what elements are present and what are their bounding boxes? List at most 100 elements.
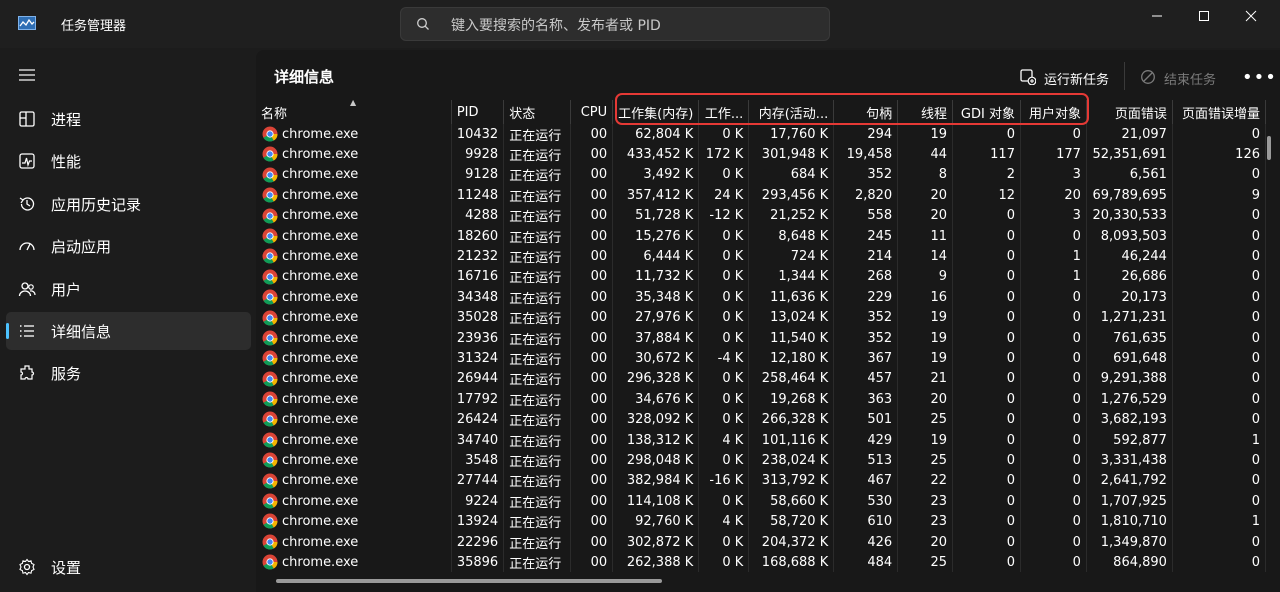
cell-cpu: 00 (570, 246, 614, 267)
table-row[interactable]: chrome.exe 21232 正在运行 00 6,444 K0 K 724 K 214 1… (256, 246, 1266, 267)
table-row[interactable]: chrome.exe 9928 正在运行 00 433,452 K 172 K 301,94… (256, 144, 1266, 165)
cell-handles: 429 (833, 429, 899, 451)
cell-gdi-objects: 2 (952, 164, 1021, 186)
table-row[interactable]: chrome.exe 27744 正在运行 00 382,984 K -16 K 313,7… (256, 470, 1266, 492)
table-row[interactable]: chrome.exe 16716 正在运行 00 11,732 K0 K 1,344 K2… (256, 266, 1266, 288)
vertical-scrollbar[interactable] (1267, 136, 1271, 160)
cell-status: 正在运行 (503, 470, 572, 492)
cell-threads: 21 (897, 368, 954, 390)
column-header-pid[interactable]: PID (451, 100, 505, 124)
minimize-icon (1152, 15, 1162, 17)
cell-threads: 23 (897, 511, 954, 532)
cell-memory-active: 19,268 K (748, 389, 835, 410)
sidebar-item-users[interactable]: 用户 (6, 270, 251, 308)
cell-status: 正在运行 (503, 225, 572, 247)
cell-working-set: 382,984 K (612, 470, 700, 492)
column-header-name[interactable]: 名称 ▲ (256, 100, 452, 124)
cell-status: 正在运行 (503, 552, 572, 572)
column-header-page-faults-delta[interactable]: 页面错误增量 (1172, 100, 1266, 124)
column-header-cpu[interactable]: CPU (570, 100, 614, 124)
cell-page-faults-delta: 0 (1172, 246, 1266, 267)
table-row[interactable]: chrome.exe 34740 正在运行 00 138,312 K4 K 101,116… (256, 429, 1266, 451)
minimize-button[interactable] (1134, 0, 1180, 32)
cell-handles: 245 (833, 225, 899, 247)
column-header-user-objects[interactable]: 用户对象 (1020, 100, 1087, 124)
cell-status: 正在运行 (503, 531, 572, 553)
command-separator (1124, 62, 1125, 90)
cell-pid: 31324 (451, 348, 505, 369)
sidebar-item-startup-apps[interactable]: 启动应用 (6, 227, 251, 265)
sidebar-item-performance[interactable]: 性能 (6, 142, 251, 180)
chrome-icon (262, 248, 278, 264)
table-row[interactable]: chrome.exe 22296 正在运行 00 302,872 K0 K 204,372… (256, 531, 1266, 553)
table-row[interactable]: chrome.exe 26424 正在运行 00 328,092 K0 K 266,328… (256, 409, 1266, 430)
table-row[interactable]: chrome.exe 31324 正在运行 00 30,672 K -4 K 12,180 … (256, 348, 1266, 369)
table-row[interactable]: chrome.exe 34348 正在运行 00 35,348 K0 K 11,636 K… (256, 287, 1266, 308)
cell-page-faults-delta: 0 (1172, 348, 1266, 369)
cell-page-faults: 21,097 (1086, 124, 1173, 145)
chrome-icon (262, 513, 278, 529)
horizontal-scrollbar[interactable] (274, 577, 1260, 583)
cell-working-set: 51,728 K (612, 205, 700, 226)
sidebar-item-settings[interactable]: 设置 (6, 548, 251, 586)
end-task-button[interactable]: 结束任务 (1140, 68, 1230, 88)
cell-page-faults: 1,276,529 (1086, 389, 1173, 410)
column-header-gdi-objects[interactable]: GDI 对象 (952, 100, 1021, 124)
table-row[interactable]: chrome.exe 17792 正在运行 00 34,676 K0 K 19,268 K… (256, 389, 1266, 410)
cell-page-faults-delta: 0 (1172, 287, 1266, 308)
table-row[interactable]: chrome.exe 4288 正在运行 00 51,728 K -12 K 21,252 … (256, 205, 1266, 226)
sidebar-item-services[interactable]: 服务 (6, 354, 251, 392)
sidebar-item-app-history[interactable]: 应用历史记录 (6, 185, 251, 223)
cell-status: 正在运行 (503, 164, 572, 186)
cell-page-faults: 20,173 (1086, 287, 1173, 308)
table-row[interactable]: chrome.exe 9224 正在运行 00 114,108 K0 K 58,660 K… (256, 491, 1266, 512)
cell-working-set-delta: 0 K (698, 246, 750, 267)
cell-working-set: 114,108 K (612, 491, 700, 512)
cell-handles: 2,820 (833, 185, 899, 206)
cell-working-set: 15,276 K (612, 225, 700, 247)
maximize-button[interactable] (1181, 0, 1227, 32)
sidebar-item-details[interactable]: 详细信息 (6, 312, 251, 350)
chrome-icon (262, 391, 278, 407)
cell-pid: 4288 (451, 205, 505, 226)
table-row[interactable]: chrome.exe 11248 正在运行 00 357,412 K 24 K 293,45… (256, 185, 1266, 206)
table-row[interactable]: chrome.exe 10432 正在运行 00 62,804 K0 K 17,760 K… (256, 124, 1266, 145)
table-row[interactable]: chrome.exe 18260 正在运行 00 15,276 K0 K 8,648 K2… (256, 225, 1266, 247)
cell-gdi-objects: 0 (952, 552, 1021, 572)
cell-working-set: 6,444 K (612, 246, 700, 267)
close-button[interactable] (1228, 0, 1274, 32)
cell-working-set: 62,804 K (612, 124, 700, 145)
gear-icon (19, 558, 35, 576)
run-new-task-button[interactable]: 运行新任务 (1020, 68, 1120, 88)
cell-page-faults-delta: 0 (1172, 164, 1266, 186)
table-row[interactable]: chrome.exe 35028 正在运行 00 27,976 K0 K 13,024 K… (256, 307, 1266, 328)
cell-working-set-delta: 0 K (698, 287, 750, 308)
cell-user-objects: 0 (1020, 470, 1087, 492)
cell-user-objects: 0 (1020, 368, 1087, 390)
column-header-working-set-delta[interactable]: 工作... (698, 100, 750, 124)
cell-memory-active: 1,344 K (748, 266, 835, 288)
cell-threads: 22 (897, 470, 954, 492)
column-header-handles[interactable]: 句柄 (833, 100, 899, 124)
cell-memory-active: 684 K (748, 164, 835, 186)
table-row[interactable]: chrome.exe 3548 正在运行 00 298,048 K0 K 238,024 … (256, 450, 1266, 471)
table-row[interactable]: chrome.exe 26944 正在运行 00 296,328 K0 K 258,464… (256, 368, 1266, 390)
column-header-threads[interactable]: 线程 (897, 100, 954, 124)
cell-page-faults-delta: 9 (1172, 185, 1266, 206)
table-row[interactable]: chrome.exe 35896 正在运行 00 262,388 K0 K 168,688… (256, 552, 1266, 572)
startup-icon (19, 242, 35, 251)
column-header-working-set[interactable]: 工作集(内存) (612, 100, 700, 124)
table-row[interactable]: chrome.exe 9128 正在运行 00 3,492 K0 K 684 K 352 8 2… (256, 164, 1266, 186)
table-row[interactable]: chrome.exe 13924 正在运行 00 92,760 K4 K 58,720 K… (256, 511, 1266, 532)
cell-gdi-objects: 0 (952, 246, 1021, 267)
more-options-button[interactable]: ••• (1242, 67, 1277, 88)
horizontal-scrollbar-thumb[interactable] (276, 579, 662, 583)
column-header-page-faults[interactable]: 页面错误 (1086, 100, 1173, 124)
menu-icon[interactable] (18, 68, 36, 82)
table-row[interactable]: chrome.exe 23936 正在运行 00 37,884 K0 K 11,540 K… (256, 327, 1266, 349)
search-box[interactable]: 键入要搜索的名称、发布者或 PID (400, 7, 830, 41)
sidebar-item-processes[interactable]: 进程 (6, 100, 251, 138)
column-header-status[interactable]: 状态 (503, 100, 572, 124)
column-header-memory-active[interactable]: 内存(活动... (748, 100, 835, 124)
cell-cpu: 00 (570, 470, 614, 492)
